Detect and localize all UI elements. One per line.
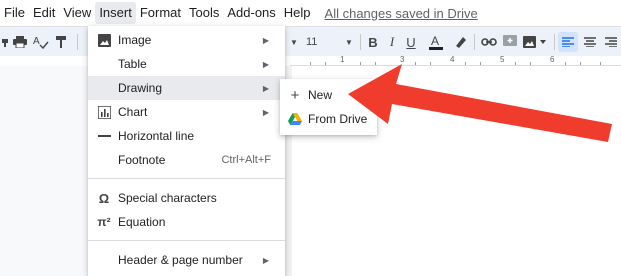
omega-icon: Ω xyxy=(98,190,110,206)
align-left-icon[interactable] xyxy=(558,32,578,52)
menu-item-label: Header & page number xyxy=(118,253,243,267)
insert-menu: Image ▶ Table ▶ Drawing ▶ Chart ▶ Horizo… xyxy=(88,26,285,276)
menu-item-label: Horizontal line xyxy=(118,129,195,143)
menu-format[interactable]: Format xyxy=(136,2,185,24)
chart-icon xyxy=(97,105,111,119)
pi-icon: π² xyxy=(97,215,111,229)
save-status-link[interactable]: All changes saved in Drive xyxy=(325,6,478,21)
menu-item-image[interactable]: Image ▶ xyxy=(88,28,285,52)
menu-bar: File Edit View Insert Format Tools Add-o… xyxy=(0,0,621,26)
menu-divider xyxy=(88,240,285,241)
font-size-value[interactable]: 11 xyxy=(306,32,332,52)
spellcheck-icon[interactable]: A xyxy=(32,32,50,52)
drive-icon xyxy=(288,112,302,126)
menu-item-label: Image xyxy=(118,33,152,47)
font-dropdown-arrow-icon[interactable]: ▼ xyxy=(290,32,298,52)
menu-file[interactable]: File xyxy=(0,2,29,24)
highlight-pen-icon[interactable] xyxy=(452,32,468,52)
footnote-shortcut: Ctrl+Alt+F xyxy=(221,154,271,166)
plus-icon: + xyxy=(290,86,300,104)
menu-item-table[interactable]: Table ▶ xyxy=(88,52,285,76)
menu-help[interactable]: Help xyxy=(280,2,315,24)
menu-item-label: Chart xyxy=(118,105,148,119)
menu-addons[interactable]: Add-ons xyxy=(223,2,279,24)
menu-item-drawing[interactable]: Drawing ▶ xyxy=(88,76,285,100)
toolbar-divider xyxy=(360,34,361,50)
font-size-dropdown-icon[interactable]: ▼ xyxy=(344,32,354,52)
submenu-item-label: New xyxy=(308,88,333,102)
toolbar-divider xyxy=(474,34,475,50)
italic-icon[interactable]: I xyxy=(386,32,398,52)
insert-image-icon[interactable] xyxy=(522,32,548,52)
paint-format-icon[interactable] xyxy=(54,32,70,52)
menu-divider xyxy=(88,178,285,179)
bold-icon[interactable]: B xyxy=(366,32,380,52)
menu-tools[interactable]: Tools xyxy=(185,2,223,24)
menu-insert[interactable]: Insert xyxy=(95,2,136,24)
menu-item-horizontal-line[interactable]: Horizontal line xyxy=(88,124,285,148)
svg-text:A: A xyxy=(431,34,439,48)
text-color-icon[interactable]: A xyxy=(428,32,444,52)
menu-edit[interactable]: Edit xyxy=(29,2,59,24)
svg-text:A: A xyxy=(33,36,40,47)
submenu-arrow-icon: ▶ xyxy=(262,59,269,69)
menu-item-chart[interactable]: Chart ▶ xyxy=(88,100,285,124)
print-icon[interactable] xyxy=(12,32,28,52)
ruler-tick xyxy=(325,62,326,65)
underline-icon[interactable]: U xyxy=(404,32,418,52)
submenu-arrow-icon: ▶ xyxy=(262,107,269,117)
menu-item-label: Special characters xyxy=(118,191,217,205)
menu-item-header-page-number[interactable]: Header & page number ▶ xyxy=(88,248,285,272)
image-icon xyxy=(97,33,111,47)
menu-item-special-characters[interactable]: Ω Special characters xyxy=(88,186,285,210)
align-right-icon[interactable] xyxy=(603,32,619,52)
menu-view[interactable]: View xyxy=(59,2,95,24)
toolbar-divider xyxy=(554,34,555,50)
menu-item-label: Drawing xyxy=(118,81,163,95)
link-icon[interactable] xyxy=(481,32,497,52)
submenu-arrow-icon: ▶ xyxy=(262,35,269,45)
submenu-arrow-icon: ▶ xyxy=(262,83,269,93)
toolbar-divider xyxy=(77,34,78,50)
menu-item-label: Footnote xyxy=(118,153,166,167)
annotation-arrow xyxy=(348,64,612,142)
add-comment-icon[interactable] xyxy=(502,32,518,52)
menu-item-label: Equation xyxy=(118,215,166,229)
ruler-tick xyxy=(310,62,311,65)
menu-item-footnote[interactable]: Footnote Ctrl+Alt+F xyxy=(88,148,285,172)
document-outline-pane xyxy=(0,66,88,276)
menu-item-label: Table xyxy=(118,57,147,71)
horizontal-line-icon xyxy=(97,129,111,143)
align-center-icon[interactable] xyxy=(582,32,598,52)
submenu-arrow-icon: ▶ xyxy=(262,255,269,265)
menu-item-equation[interactable]: π² Equation xyxy=(88,210,285,234)
